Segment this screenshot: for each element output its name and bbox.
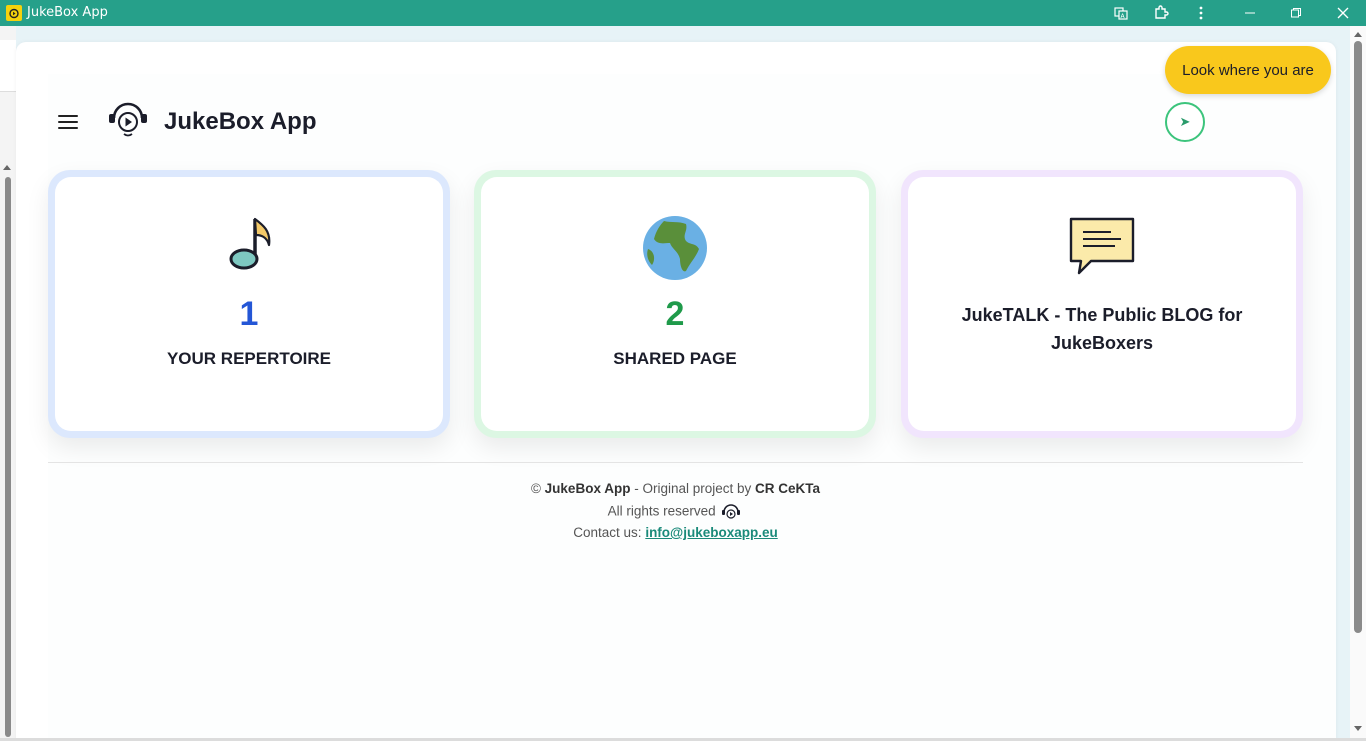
window-titlebar: JukeBox App A: [0, 0, 1366, 26]
more-options-icon[interactable]: [1190, 3, 1212, 23]
left-scrollbar-thumb[interactable]: [5, 177, 11, 737]
speech-bubble-icon: [1069, 215, 1135, 285]
app-icon: [6, 5, 22, 21]
jukebox-logo[interactable]: [105, 100, 151, 140]
footer-copyright: © JukeBox App - Original project by CR C…: [48, 481, 1303, 496]
footer-divider: [48, 462, 1303, 463]
send-arrow-icon: ➤: [1179, 114, 1191, 130]
scroll-down-icon[interactable]: [1354, 726, 1362, 731]
restore-button[interactable]: [1285, 3, 1307, 23]
shared-page-label: SHARED PAGE: [613, 349, 737, 368]
extensions-icon[interactable]: [1150, 3, 1172, 23]
minimize-button[interactable]: [1239, 3, 1261, 23]
close-button[interactable]: [1332, 3, 1354, 23]
translate-icon[interactable]: A: [1110, 3, 1132, 23]
location-hint-bubble: Look where you are: [1165, 46, 1331, 94]
repertoire-count: 1: [239, 295, 259, 333]
music-note-icon: [223, 215, 275, 275]
footer-original-by: - Original project by: [634, 481, 752, 496]
left-scroll-up-icon[interactable]: [3, 165, 11, 170]
navigate-button[interactable]: ➤: [1165, 102, 1205, 142]
repertoire-label: YOUR REPERTOIRE: [166, 349, 332, 368]
rights-text: All rights reserved: [607, 503, 716, 519]
globe-icon: [642, 215, 708, 285]
brand-title[interactable]: JukeBox App: [164, 108, 316, 136]
card-shared-page[interactable]: 2 SHARED PAGE: [474, 170, 876, 438]
jukebox-mini-logo-icon: [719, 503, 743, 521]
page-scrollbar[interactable]: [1350, 26, 1366, 741]
footer-brand: JukeBox App: [544, 481, 631, 496]
menu-icon[interactable]: [58, 114, 78, 130]
card-juketalk-blog[interactable]: JukeTALK - The Public BLOG for JukeBoxer…: [901, 170, 1303, 438]
contact-email-link[interactable]: info@jukeboxapp.eu: [645, 525, 777, 540]
footer-rights: All rights reserved: [48, 503, 1303, 521]
copyright-symbol: ©: [530, 481, 541, 496]
card-repertoire[interactable]: 1 YOUR REPERTOIRE: [48, 170, 450, 438]
shared-page-count: 2: [665, 295, 685, 333]
footer-author: CR CeKTa: [755, 481, 821, 496]
left-panel-header: [0, 40, 16, 92]
contact-label: Contact us:: [573, 525, 642, 540]
scroll-up-icon[interactable]: [1354, 32, 1362, 37]
scrollbar-thumb[interactable]: [1354, 41, 1362, 633]
window-title: JukeBox App: [27, 5, 108, 20]
juketalk-label: JukeTALK - The Public BLOG for JukeBoxer…: [961, 305, 1243, 353]
footer-contact: Contact us: info@jukeboxapp.eu: [48, 525, 1303, 540]
